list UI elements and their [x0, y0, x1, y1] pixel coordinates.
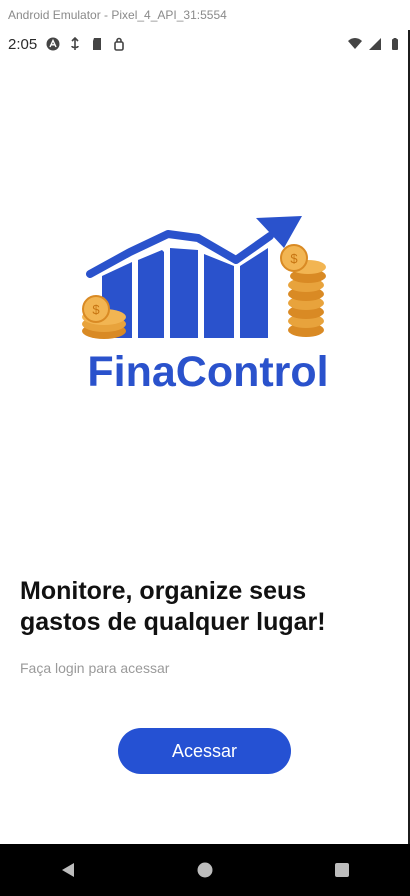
home-button[interactable] [175, 848, 235, 892]
android-nav-bar [0, 844, 410, 896]
logo-bar [240, 248, 268, 338]
emulator-window-title: Android Emulator - Pixel_4_API_31:5554 [0, 0, 410, 30]
back-button[interactable] [38, 848, 98, 892]
logo-bar [170, 248, 198, 338]
back-icon [62, 863, 75, 877]
signal-icon [369, 38, 381, 50]
login-subtitle: Faça login para acessar [20, 660, 170, 676]
battery-icon [392, 38, 398, 50]
sd-card-icon [93, 38, 102, 50]
access-button[interactable]: Acessar [118, 728, 291, 774]
overview-button[interactable] [312, 848, 372, 892]
overview-icon [334, 863, 349, 877]
status-bar: 2:05 [0, 30, 410, 58]
security-icon [114, 37, 125, 51]
logo-bar [138, 250, 164, 338]
logo-bar [204, 254, 234, 338]
home-icon [197, 862, 213, 878]
page-headline: Monitore, organize seus gastos de qualqu… [20, 577, 326, 636]
wifi-icon [348, 38, 362, 49]
assistant-icon [46, 37, 60, 51]
finacontrol-logo: $ $ FinaControl [82, 216, 329, 396]
sync-icon [71, 37, 80, 50]
svg-text:$: $ [290, 251, 298, 266]
status-time: 2:05 [8, 35, 38, 53]
logo-brand-text: FinaControl [87, 348, 328, 396]
coins-right: $ [280, 244, 326, 337]
svg-text:$: $ [92, 302, 100, 317]
